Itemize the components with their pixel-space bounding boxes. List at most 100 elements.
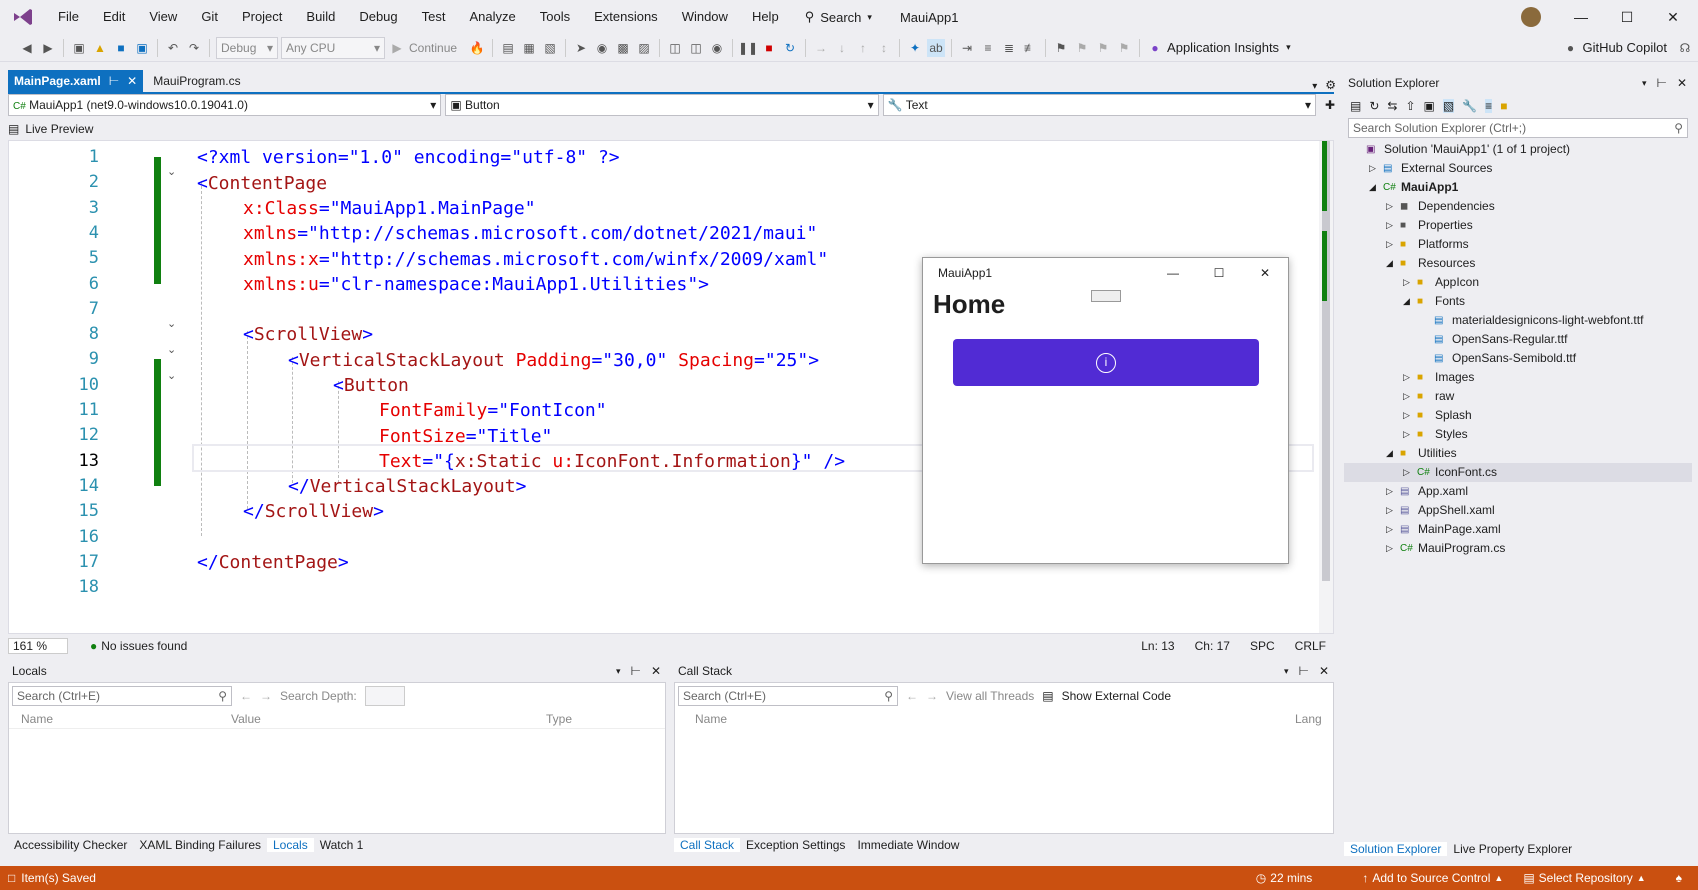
settings-icon[interactable]: ⚙ <box>1321 78 1340 92</box>
show-next-icon[interactable]: ↕ <box>875 39 893 57</box>
panel-menu-icon[interactable]: ▾ <box>1279 666 1294 677</box>
element-dropdown[interactable]: ▣ Button ▾ <box>445 94 879 116</box>
tree-item[interactable]: ▤ materialdesignicons-light-webfont.ttf <box>1344 311 1692 330</box>
bug-icon[interactable]: ◉ <box>708 39 726 57</box>
tree-item[interactable]: ▷ ■ Splash <box>1344 406 1692 425</box>
property-dropdown[interactable]: 🔧 Text ▾ <box>882 94 1316 116</box>
collapsed-arrow-icon[interactable]: ▷ <box>1369 159 1383 178</box>
spellcheck-icon[interactable]: ab <box>927 38 946 57</box>
back-icon[interactable]: ← <box>906 689 918 703</box>
sync-icon[interactable]: ⇆ <box>1387 99 1397 113</box>
solution-search-input[interactable]: Search Solution Explorer (Ctrl+;) ⚲ <box>1348 118 1688 138</box>
editor-scrollbar[interactable] <box>1319 141 1333 633</box>
panel-menu-icon[interactable]: ▾ <box>1637 78 1652 89</box>
github-copilot-button[interactable]: GitHub Copilot <box>1582 40 1673 55</box>
whitespace-indicator[interactable]: SPC <box>1250 639 1275 653</box>
switch-view-icon[interactable]: ▤ <box>1350 99 1361 113</box>
pin-icon[interactable]: ⊢ <box>109 74 119 88</box>
close-icon[interactable]: ✕ <box>1314 664 1334 678</box>
maui-minimize-button[interactable]: — <box>1150 266 1196 280</box>
save-icon[interactable]: ■ <box>112 39 130 57</box>
collapsed-arrow-icon[interactable]: ▷ <box>1386 482 1400 501</box>
collapsed-arrow-icon[interactable]: ▷ <box>1386 501 1400 520</box>
tree-item[interactable]: ▷ ◼ Dependencies <box>1344 197 1692 216</box>
pause-icon[interactable]: ❚❚ <box>738 39 758 57</box>
step-icon[interactable]: ➤ <box>572 39 590 57</box>
menu-project[interactable]: Project <box>230 0 294 34</box>
notification-bell-icon[interactable]: ♠ <box>1676 871 1698 885</box>
tree-item[interactable]: ▷ ■ Platforms <box>1344 235 1692 254</box>
diagnostics-icon[interactable]: ✦ <box>906 39 924 57</box>
menu-build[interactable]: Build <box>294 0 347 34</box>
pin-icon[interactable]: ⊢ <box>1651 76 1671 90</box>
menu-window[interactable]: Window <box>670 0 740 34</box>
tab-mainpage-xaml[interactable]: MainPage.xaml ⊢ ✕ <box>8 70 144 92</box>
project-dropdown[interactable]: C# MauiApp1 (net9.0-windows10.0.19041.0)… <box>8 94 442 116</box>
tab-immediate-window[interactable]: Immediate Window <box>851 838 965 852</box>
split-editor-icon[interactable]: ✚ <box>1320 94 1340 116</box>
hot-reload-icon[interactable]: 🔥 <box>468 39 486 57</box>
menu-help[interactable]: Help <box>740 0 791 34</box>
add-to-source-control-button[interactable]: Add to Source Control <box>1372 871 1490 885</box>
expanded-arrow-icon[interactable]: ◢ <box>1386 254 1400 273</box>
configuration-select[interactable]: Debug ▾ <box>216 36 278 59</box>
forward-icon[interactable]: → <box>926 689 938 703</box>
preview-icon[interactable]: ≡ <box>1485 99 1493 113</box>
tree-item[interactable]: ◢ ■ Fonts <box>1344 292 1692 311</box>
tree-item[interactable]: ▷ ▤ AppShell.xaml <box>1344 501 1692 520</box>
terminal-icon[interactable]: ▩ <box>614 39 632 57</box>
window-layout-icon[interactable]: ▦ <box>520 39 538 57</box>
open-folder-icon[interactable]: ▲ <box>91 39 109 57</box>
camera-icon[interactable]: ◉ <box>593 39 611 57</box>
info-button[interactable]: i <box>953 339 1259 386</box>
tree-item[interactable]: ▷ C# IconFont.cs <box>1344 463 1692 482</box>
menu-test[interactable]: Test <box>410 0 458 34</box>
tab-list-icon[interactable]: ▾ <box>1308 81 1321 92</box>
tree-item[interactable]: ▷ C# MauiProgram.cs <box>1344 539 1692 558</box>
close-icon[interactable]: ✕ <box>1672 76 1692 90</box>
tab-watch-1[interactable]: Watch 1 <box>314 838 370 852</box>
menu-extensions[interactable]: Extensions <box>582 0 670 34</box>
menu-view[interactable]: View <box>137 0 189 34</box>
fold-icon[interactable]: ⌄ <box>167 343 181 356</box>
callstack-search-input[interactable]: Search (Ctrl+E) ⚲ <box>678 686 898 706</box>
close-tab-icon[interactable]: ✕ <box>127 74 137 88</box>
history-icon[interactable]: ↻ <box>1369 99 1379 113</box>
maximize-button[interactable]: ☐ <box>1604 0 1650 34</box>
tree-item[interactable]: ▷ ■ raw <box>1344 387 1692 406</box>
prev-bookmark-icon[interactable]: ⚑ <box>1073 39 1091 57</box>
forward-icon[interactable]: ▶ <box>39 39 57 57</box>
minimize-button[interactable]: — <box>1558 0 1604 34</box>
line-ending-indicator[interactable]: CRLF <box>1295 639 1326 653</box>
play-icon[interactable]: ▶ <box>388 39 406 57</box>
collapse-icon[interactable]: ⇧ <box>1405 99 1415 113</box>
tree-item[interactable]: ▷ ■ AppIcon <box>1344 273 1692 292</box>
folder-icon[interactable]: ■ <box>1500 99 1507 113</box>
zoom-select[interactable]: 161 % <box>8 638 68 654</box>
collapsed-arrow-icon[interactable]: ▷ <box>1403 463 1417 482</box>
application-insights-button[interactable]: Application Insights <box>1167 40 1279 55</box>
pin-icon[interactable]: ⊢ <box>1293 664 1313 678</box>
tree-item[interactable]: ▷ ▤ External Sources <box>1344 159 1692 178</box>
tab-exception-settings[interactable]: Exception Settings <box>740 838 851 852</box>
tab-xaml-binding-failures[interactable]: XAML Binding Failures <box>133 838 267 852</box>
tree-item[interactable]: ◢ ■ Utilities <box>1344 444 1692 463</box>
menu-analyze[interactable]: Analyze <box>457 0 527 34</box>
tree-item[interactable]: ▷ ▤ App.xaml <box>1344 482 1692 501</box>
step-into-icon[interactable]: ↓ <box>833 39 851 57</box>
collapsed-arrow-icon[interactable]: ▷ <box>1403 425 1417 444</box>
uncomment-icon[interactable]: ≢ <box>1021 39 1039 57</box>
collapsed-arrow-icon[interactable]: ▷ <box>1386 235 1400 254</box>
maui-maximize-button[interactable]: ☐ <box>1196 266 1242 280</box>
panel-menu-icon[interactable]: ▾ <box>611 666 626 677</box>
collapsed-arrow-icon[interactable]: ▷ <box>1386 216 1400 235</box>
expanded-arrow-icon[interactable]: ◢ <box>1403 292 1417 311</box>
show-all-icon[interactable]: ▣ <box>1424 99 1435 113</box>
collapsed-arrow-icon[interactable]: ▷ <box>1386 539 1400 558</box>
undo-icon[interactable]: ↶ <box>164 39 182 57</box>
tree-item[interactable]: ▤ OpenSans-Semibold.ttf <box>1344 349 1692 368</box>
expanded-arrow-icon[interactable]: ◢ <box>1386 444 1400 463</box>
menu-git[interactable]: Git <box>189 0 230 34</box>
split-icon[interactable]: ◫ <box>687 39 705 57</box>
screen-icon[interactable]: ◫ <box>666 39 684 57</box>
